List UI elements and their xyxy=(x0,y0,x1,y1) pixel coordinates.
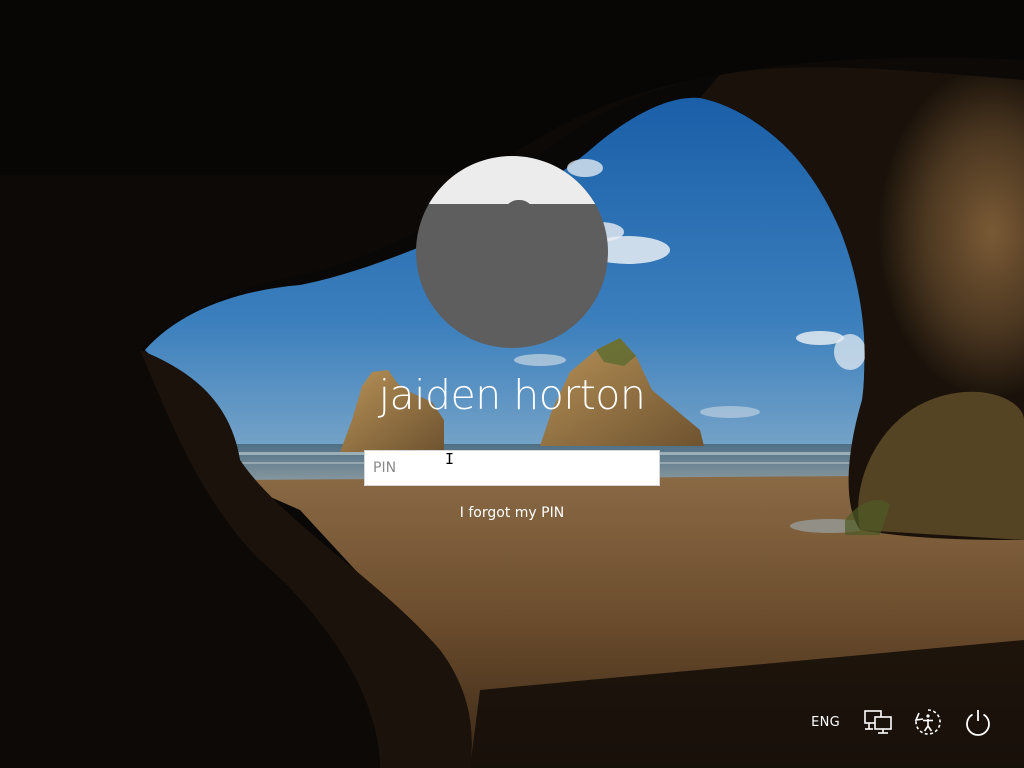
user-name: jaiden horton xyxy=(378,371,646,419)
network-icon[interactable] xyxy=(862,706,894,738)
avatar-top-band xyxy=(416,156,608,204)
pin-input[interactable] xyxy=(364,450,660,486)
power-icon[interactable] xyxy=(962,706,994,738)
user-avatar xyxy=(416,156,608,348)
forgot-pin-link[interactable]: I forgot my PIN xyxy=(412,503,612,523)
ease-of-access-icon[interactable] xyxy=(912,706,944,738)
lock-screen-tray: ENG xyxy=(807,704,994,740)
lock-screen: jaiden horton I I forgot my PIN ENG xyxy=(0,0,1024,768)
language-indicator[interactable]: ENG xyxy=(807,715,844,730)
